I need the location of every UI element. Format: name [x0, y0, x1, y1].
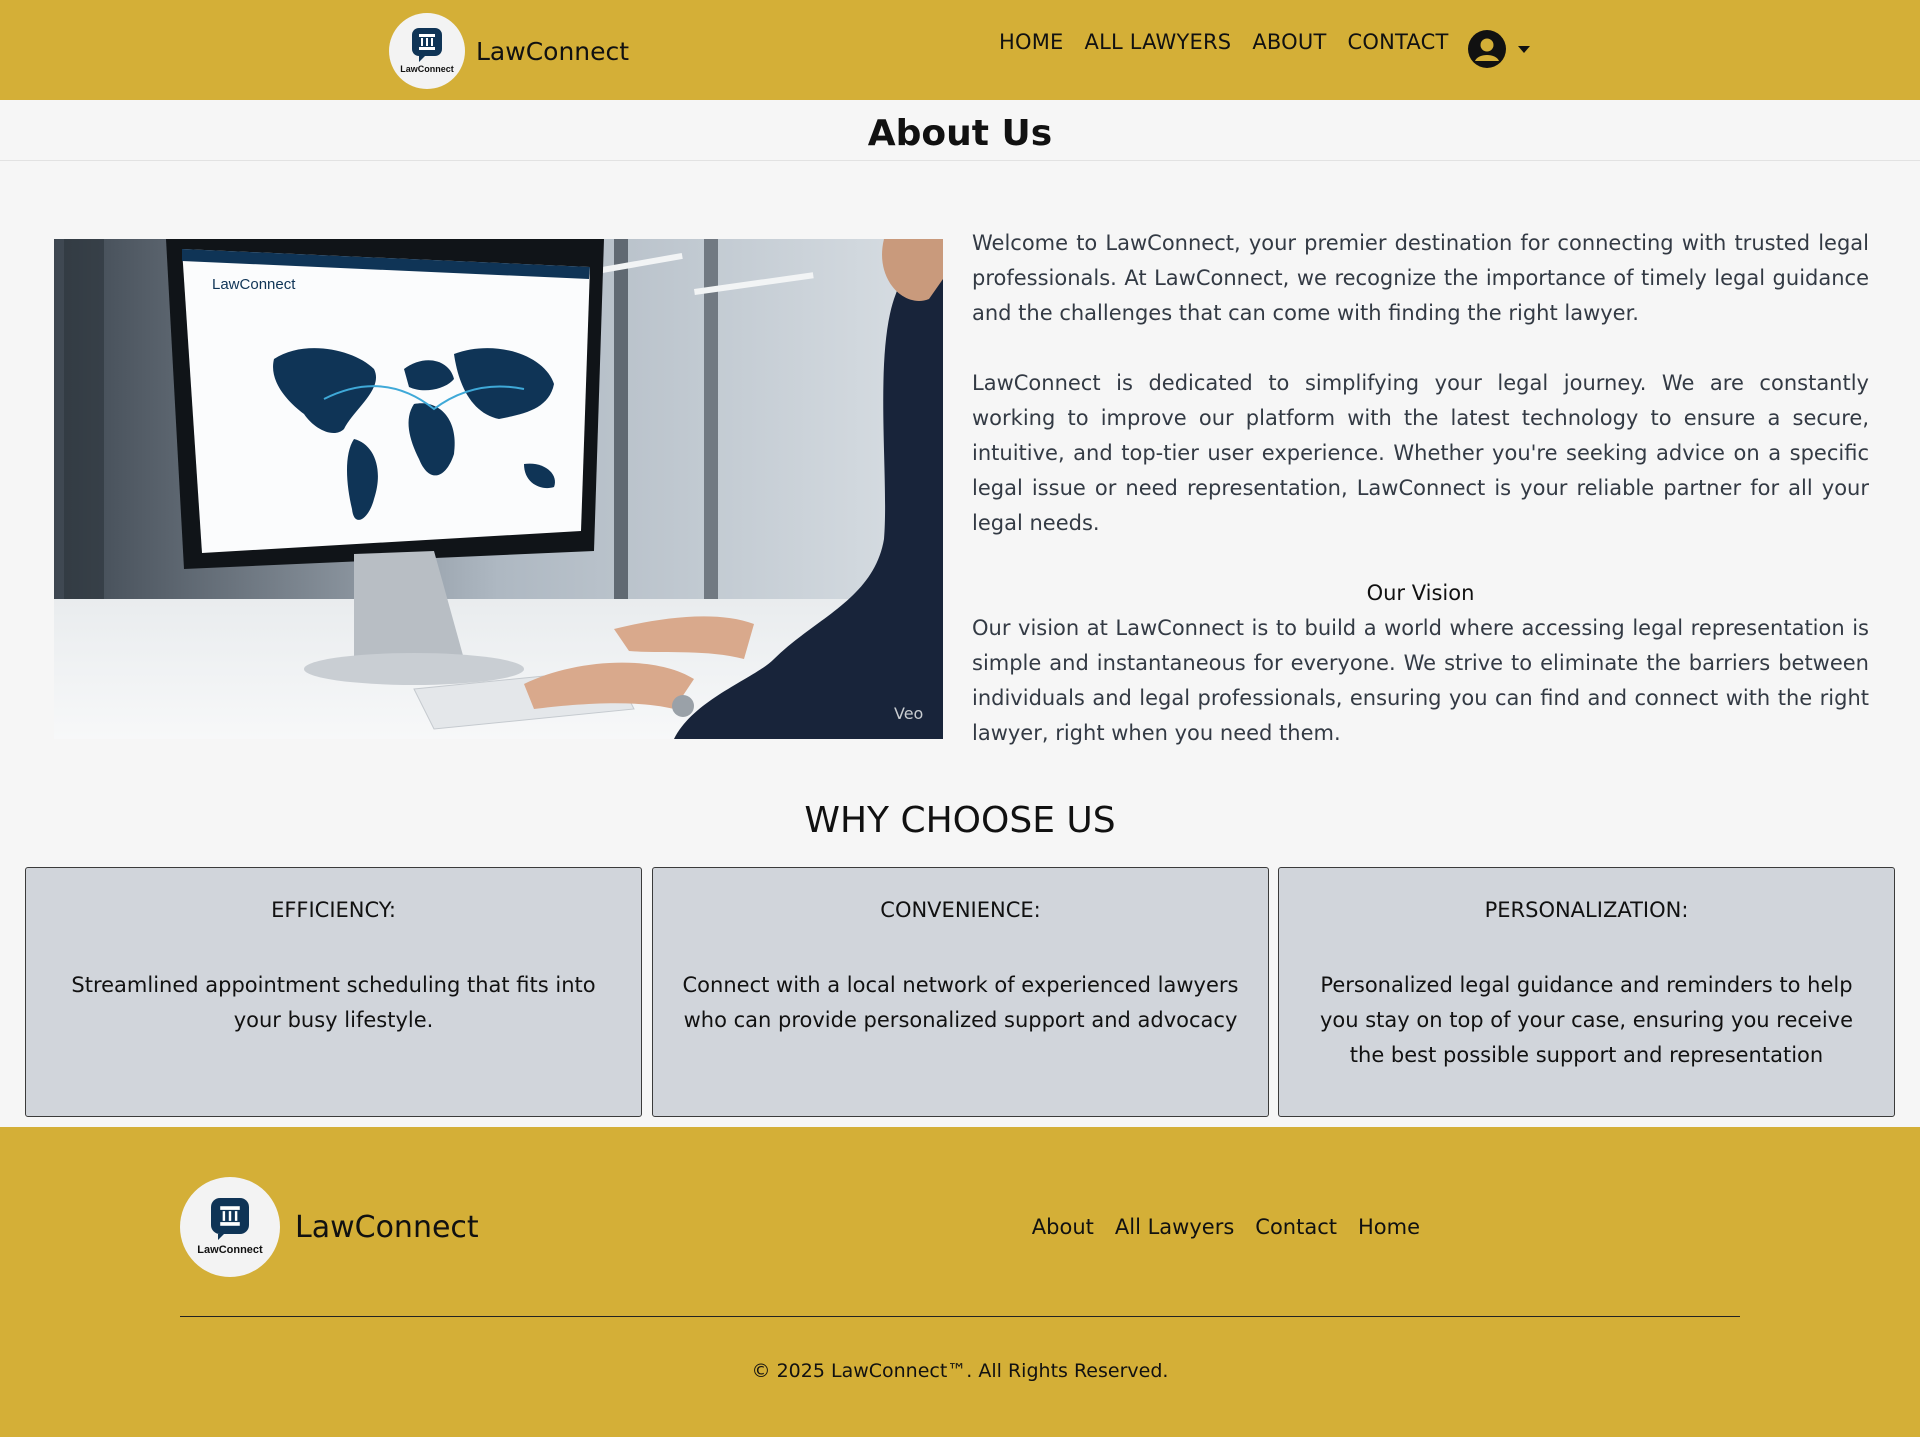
top-navbar: LawConnect LawConnect HOME ALL LAWYERS A… [0, 0, 1920, 100]
feature-card-body: Personalized legal guidance and reminder… [1319, 973, 1854, 1067]
feature-card-efficiency: EFFICIENCY: Streamlined appointment sche… [25, 867, 642, 1117]
feature-card-body: Streamlined appointment scheduling that … [71, 973, 596, 1032]
vision-heading: Our Vision [1366, 581, 1475, 605]
footer-link-all-lawyers[interactable]: All Lawyers [1115, 1215, 1234, 1239]
about-paragraph-mission: LawConnect is dedicated to simplifying y… [972, 371, 1869, 535]
feature-card-title: EFFICIENCY: [271, 898, 396, 922]
brand-name: LawConnect [476, 36, 630, 66]
main-nav: HOME ALL LAWYERS ABOUT CONTACT [999, 30, 1469, 54]
footer-divider [180, 1316, 1740, 1317]
logo-text: LawConnect [400, 64, 454, 74]
site-footer: LawConnect LawConnect About All Lawyers … [0, 1127, 1920, 1437]
vision-text: Our vision at LawConnect is to build a w… [972, 616, 1869, 745]
footer-logo: LawConnect [180, 1177, 280, 1277]
footer-logo-text: LawConnect [197, 1244, 263, 1256]
nav-contact[interactable]: CONTACT [1347, 30, 1448, 54]
feature-card-title: PERSONALIZATION: [1484, 898, 1689, 922]
image-watermark: Veo [894, 704, 923, 723]
footer-link-home[interactable]: Home [1358, 1215, 1420, 1239]
courthouse-icon [211, 1198, 249, 1240]
footer-brand-link[interactable]: LawConnect LawConnect [180, 1177, 479, 1277]
feature-card-body: Connect with a local network of experien… [682, 973, 1239, 1032]
brand-home-link[interactable]: LawConnect LawConnect [389, 13, 629, 89]
footer-link-contact[interactable]: Contact [1255, 1215, 1337, 1239]
logo: LawConnect [389, 13, 465, 89]
user-avatar-icon [1468, 30, 1506, 68]
feature-card-title: CONVENIENCE: [880, 898, 1041, 922]
feature-card-personalization: PERSONALIZATION: Personalized legal guid… [1278, 867, 1895, 1117]
courthouse-icon [412, 28, 442, 62]
about-text-column: Welcome to LawConnect, your premier dest… [972, 226, 1869, 751]
nav-all-lawyers[interactable]: ALL LAWYERS [1085, 30, 1232, 54]
footer-brand-name: LawConnect [295, 1209, 479, 1245]
why-choose-us-heading: WHY CHOOSE US [804, 800, 1116, 841]
feature-card-convenience: CONVENIENCE: Connect with a local networ… [652, 867, 1269, 1117]
footer-nav: About All Lawyers Contact Home [1011, 1215, 1420, 1239]
about-hero-image: LawConnect Veo [54, 239, 943, 739]
copyright-text: © 2025 LawConnect™. All Rights Reserved. [751, 1360, 1169, 1382]
chevron-down-icon [1518, 45, 1530, 53]
user-menu-dropdown[interactable] [1468, 30, 1530, 68]
about-paragraph-intro: Welcome to LawConnect, your premier dest… [972, 231, 1869, 325]
nav-home[interactable]: HOME [999, 30, 1064, 54]
screen-brand-text: LawConnect [212, 276, 296, 293]
nav-about[interactable]: ABOUT [1252, 30, 1326, 54]
footer-link-about[interactable]: About [1032, 1215, 1094, 1239]
page-title: About Us [867, 113, 1053, 154]
